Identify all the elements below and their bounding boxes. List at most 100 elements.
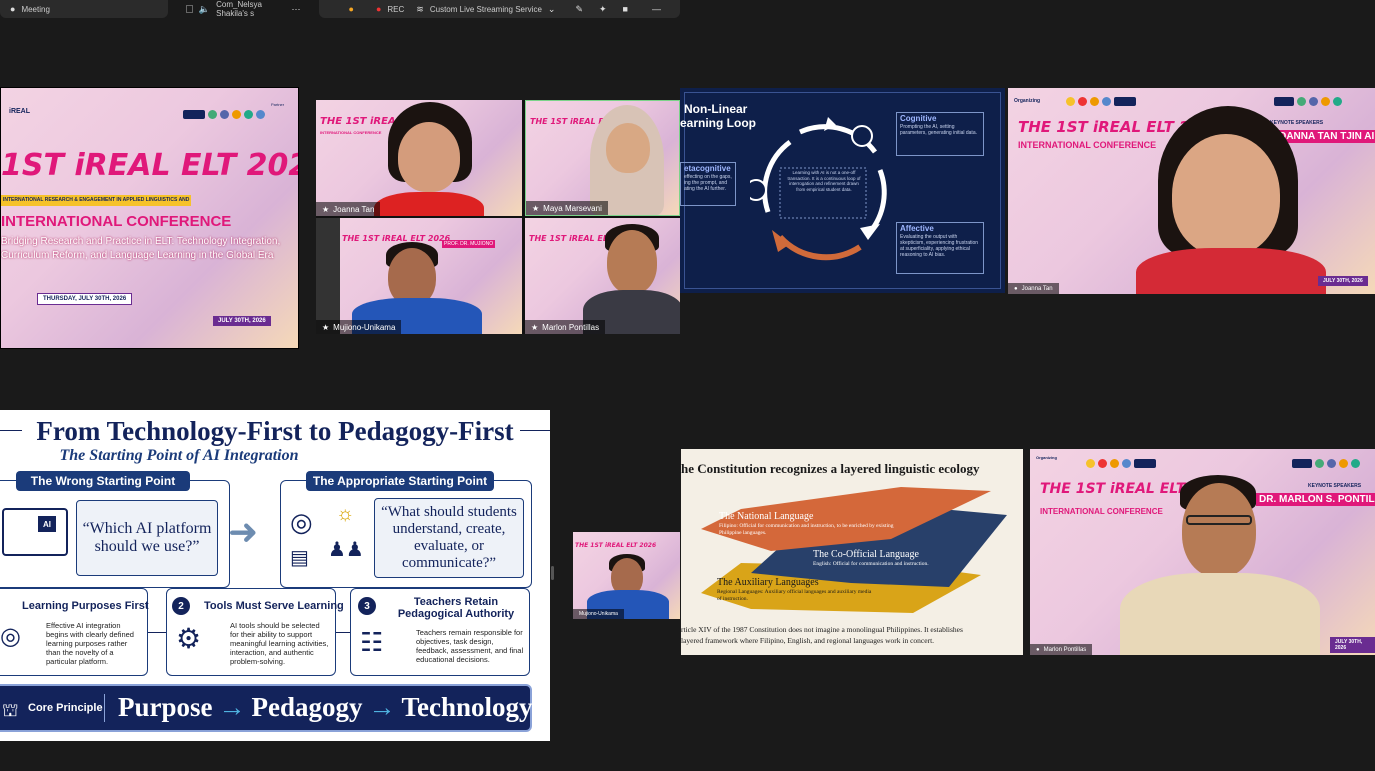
theme-line-1: Bridging Research and Practice in ELT: T… — [1, 236, 281, 247]
conference-title: 1ST iREAL ELT 2026 — [1, 148, 299, 183]
layer3-title: The Auxiliary Languages — [717, 577, 819, 588]
right-tab: The Appropriate Starting Point — [306, 471, 494, 491]
record-icon: ● — [375, 4, 382, 14]
mic-icon: ● — [1036, 646, 1040, 653]
keynote-label: KEYNOTE SPEAKERS — [1308, 483, 1362, 489]
metacognitive-box: etacognitive effecting on the gaps, ing … — [680, 162, 736, 206]
core-arrow-2: → — [368, 692, 396, 722]
drag-handle-icon[interactable]: ≡ — [536, 696, 543, 710]
cognitive-text: Prompting the AI, setting parameters, ge… — [900, 124, 977, 136]
layer1-text: Filipino: Official for communication and… — [719, 523, 894, 536]
speaker-tile-joanna[interactable]: Organizing THE 1ST iREAL ELT 2026 INTERN… — [1008, 88, 1375, 294]
participant-name: Mujiono-Unikama — [579, 611, 618, 617]
pin-icon: ★ — [322, 204, 330, 214]
thumbnail-tile-mujiono[interactable]: THE 1ST iREAL ELT 2026 Mujiono-Unikama — [573, 532, 680, 619]
conf-label: INTERNATIONAL CONFERENCE — [1040, 507, 1163, 516]
loop-title-1: Non-Linear — [684, 102, 748, 116]
core-purpose: Purpose — [118, 692, 213, 722]
participant-name: Joanna Tan — [1021, 285, 1053, 292]
resize-handle[interactable] — [551, 566, 554, 580]
conference-slide-tile[interactable]: iREAL Partner 1ST iREAL ELT 2026 INTERNA… — [0, 87, 299, 349]
group-icon: ♟♟ — [328, 539, 364, 561]
meeting-pill[interactable]: ● Meeting — [0, 0, 169, 18]
loop-diagram — [750, 117, 887, 261]
principle-3-text: Teachers remain responsible for objectiv… — [416, 628, 524, 664]
avatar-shirt — [1120, 573, 1320, 655]
learning-loop-slide[interactable]: Non-Linear earning Loop Learning with AI… — [680, 88, 1005, 293]
video-tile-mujiono[interactable]: THE 1ST iREAL ELT 2026 PROF. DR. MUJIONO… — [316, 218, 522, 334]
date-short: JULY 30TH, 2026 — [1318, 276, 1368, 286]
top-toolbar: ● Meeting 🔈 Com_Nelsya Shakila's s ⋯ ● ●… — [0, 0, 681, 18]
partner-logos — [1086, 459, 1156, 468]
arrow-right — [868, 169, 887, 234]
connector-1 — [148, 632, 168, 633]
lightbulb-icon: ☼ — [336, 503, 355, 525]
layer1-title: The National Language — [719, 511, 814, 522]
constitution-footer-2: layered framework where Filipino, Englis… — [681, 636, 935, 645]
avatar — [1182, 483, 1256, 577]
sparkle-icon[interactable]: ✦ — [599, 4, 607, 15]
video-tile-joanna[interactable]: THE 1ST iREAL ELT 2026 INTERNATIONAL CON… — [316, 100, 522, 216]
minimize-icon[interactable]: — — [652, 4, 661, 14]
stream-label[interactable]: Custom Live Streaming Service — [430, 5, 542, 14]
glasses — [1186, 515, 1252, 525]
gear-people-icon: ⚙ — [176, 624, 202, 655]
book-icon: ▤ — [290, 547, 309, 569]
pin-icon: ★ — [531, 322, 539, 332]
laptop-icon: AI — [2, 508, 68, 556]
more-icon[interactable]: ⋯ — [292, 4, 301, 15]
avatar — [398, 122, 460, 192]
speaker-label: Com_Nelsya Shakila's s — [216, 0, 262, 18]
core-divider — [104, 694, 105, 722]
metacognitive-text: effecting on the gaps, ing the prompt, a… — [684, 174, 732, 192]
pen-icon[interactable]: ✎ — [575, 4, 583, 15]
organizer-label: Organizing — [1036, 455, 1057, 460]
share-icon[interactable]: ■ — [623, 4, 628, 14]
pedagogy-infographic-slide[interactable]: From Technology-First to Pedagogy-First … — [0, 410, 550, 741]
participant-name: Mujiono-Unikama — [333, 322, 396, 332]
live-stream-icon: ≋ — [416, 3, 424, 14]
core-sequence: Purpose → Pedagogy → Technology — [118, 692, 533, 723]
speaker-tile-marlon[interactable]: Organizing THE 1ST iREAL ELT 2026 INTERN… — [1030, 449, 1375, 655]
affective-text: Evaluating the output with skepticism, e… — [900, 234, 979, 258]
partner-logos — [183, 110, 265, 119]
video-tile-maya[interactable]: THE 1ST iREAL ELT 2026 ★ Maya Marsevani — [525, 100, 680, 216]
metacognitive-title: etacognitive — [684, 164, 731, 173]
constitution-slide[interactable]: he Constitution recognizes a layered lin… — [681, 449, 1023, 655]
avatar-shirt — [1136, 248, 1326, 294]
transition-arrow-icon: ➜ — [228, 512, 259, 552]
loop-title-2: earning Loop — [680, 116, 756, 130]
constitution-footer-1: rticle XIV of the 1987 Constitution does… — [681, 625, 963, 634]
core-technology: Technology — [401, 692, 533, 722]
speaker-indicator[interactable]: 🔈 Com_Nelsya Shakila's s ⋯ — [176, 0, 310, 18]
date-box: THURSDAY, JULY 30TH, 2026 — [37, 293, 133, 305]
subtitle-banner: INTERNATIONAL RESEARCH & ENGAGEMENT IN A… — [1, 195, 191, 206]
principle-2-title: Tools Must Serve Learning — [204, 600, 344, 612]
video-tile-marlon[interactable]: THE 1ST iREAL ELT 2026 ★ Marlon Pontillas — [525, 218, 680, 334]
date-short: JULY 30TH, 2026 — [213, 316, 271, 326]
teacher-icon: ☷ — [360, 628, 384, 657]
arrowhead-right — [860, 224, 880, 240]
tile-conf-label: INTERNATIONAL CONFERENCE — [320, 130, 382, 135]
speaker-caption: PROF. DR. MUJIONO — [442, 240, 496, 248]
ireal-logo: iREAL — [9, 108, 30, 115]
rec-label[interactable]: REC — [387, 5, 404, 14]
theme-line-2: Curriculum Reform, and Language Learning… — [1, 250, 274, 261]
principle-3-number: 3 — [358, 597, 376, 615]
affective-title: Affective — [900, 224, 934, 233]
meeting-label: Meeting — [21, 4, 50, 14]
pillar-icon: ⛫ — [2, 700, 19, 720]
cognitive-box: Cognitive Prompting the AI, setting para… — [896, 112, 984, 156]
partner-label: Partner — [271, 102, 285, 107]
keynote-label: KEYNOTE SPEAKERS — [1270, 120, 1324, 126]
tile-title: THE 1ST iREAL ELT 2026 — [342, 234, 451, 243]
principle-2-number: 2 — [172, 597, 190, 615]
chevron-down-icon[interactable]: ⌄ — [548, 4, 556, 15]
dark-edge — [316, 218, 340, 334]
node-left — [750, 179, 767, 201]
shield-icon[interactable]: ● — [349, 4, 354, 14]
infographic-title: From Technology-First to Pedagogy-First — [36, 416, 514, 446]
partner-logos — [1066, 97, 1136, 106]
name-tag-joanna: ★ Joanna Tan — [316, 202, 381, 216]
loop-center-text: Learning with AI is not a one-off transa… — [787, 170, 861, 192]
